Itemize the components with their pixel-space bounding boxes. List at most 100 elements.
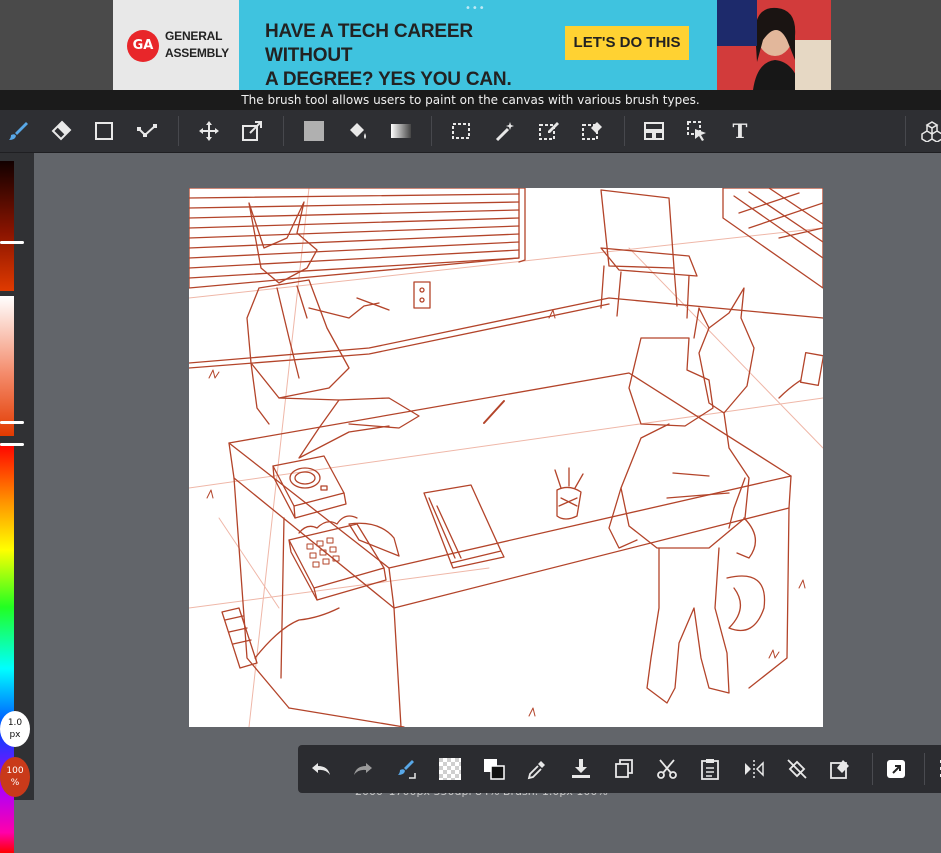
gradient-tool[interactable] bbox=[387, 117, 415, 145]
tint-slider[interactable] bbox=[0, 296, 14, 436]
color-swap-icon bbox=[484, 759, 505, 780]
hue-slider-handle[interactable] bbox=[0, 443, 24, 446]
download-icon bbox=[572, 759, 590, 778]
brush-icon bbox=[9, 122, 28, 140]
eyedropper-button[interactable] bbox=[523, 755, 551, 783]
flip-icon bbox=[745, 760, 764, 778]
ad-headline-line2: A DEGREE? YES YOU CAN. bbox=[265, 69, 512, 90]
ad-headline: HAVE A TECH CAREER WITHOUT A DEGREE? YES… bbox=[265, 20, 565, 90]
select-pen-tool[interactable] bbox=[535, 117, 563, 145]
text-icon: T bbox=[732, 119, 748, 143]
frame-tool[interactable] bbox=[640, 117, 668, 145]
ad-photo bbox=[717, 0, 831, 90]
toolbar-separator bbox=[624, 116, 625, 146]
tint-slider-handle[interactable] bbox=[0, 421, 24, 424]
pen-tool[interactable] bbox=[133, 117, 161, 145]
color-swap-button[interactable] bbox=[480, 755, 508, 783]
brush-opacity-indicator[interactable]: 100 % bbox=[0, 757, 30, 797]
drawing-canvas[interactable] bbox=[189, 188, 823, 727]
ga-logo-mark: GA bbox=[127, 30, 159, 62]
share-icon bbox=[887, 760, 905, 778]
select-pen-icon bbox=[539, 122, 559, 140]
seated-character bbox=[246, 201, 420, 459]
clear-icon bbox=[830, 760, 849, 779]
transform-icon bbox=[242, 121, 262, 141]
text-tool[interactable]: T bbox=[726, 117, 754, 145]
brush-tool[interactable] bbox=[4, 117, 32, 145]
brush-size-indicator[interactable]: 1.0 px bbox=[0, 711, 30, 747]
bottom-toolbar-separator bbox=[872, 753, 873, 785]
clear-button[interactable] bbox=[826, 755, 854, 783]
fill-rect-tool[interactable] bbox=[300, 117, 328, 145]
bottom-toolbar bbox=[298, 745, 941, 793]
frame-icon bbox=[644, 122, 664, 140]
transform-tool[interactable] bbox=[238, 117, 266, 145]
paste-icon bbox=[701, 759, 719, 780]
brush-swap-icon bbox=[398, 760, 416, 779]
brush-swap-button[interactable] bbox=[392, 755, 420, 783]
eyedropper-icon bbox=[527, 761, 545, 780]
redo-icon bbox=[354, 763, 372, 775]
scissors-icon bbox=[657, 759, 677, 779]
brush-opacity-unit: % bbox=[10, 778, 20, 788]
magic-wand-tool[interactable] bbox=[491, 117, 519, 145]
undo-icon bbox=[312, 763, 330, 775]
rotate-button[interactable] bbox=[783, 755, 811, 783]
copy-icon bbox=[615, 759, 633, 778]
ad-logo-line1: GENERAL bbox=[165, 29, 223, 43]
ad-logo-text: GENERAL ASSEMBLY bbox=[165, 28, 239, 62]
brush-size-unit: px bbox=[9, 730, 21, 740]
ad-logo: GA GENERAL ASSEMBLY bbox=[113, 0, 239, 90]
undo-button[interactable] bbox=[307, 755, 335, 783]
standing-character bbox=[608, 287, 802, 704]
select-eraser-icon bbox=[582, 122, 602, 140]
desk bbox=[228, 372, 792, 727]
toolbar-separator bbox=[283, 116, 284, 146]
move-tool[interactable] bbox=[195, 117, 223, 145]
gradient-icon bbox=[391, 124, 411, 138]
marquee-tool[interactable] bbox=[447, 117, 475, 145]
ad-cta-button[interactable]: LET'S DO THIS bbox=[565, 26, 689, 60]
rectangle-icon bbox=[95, 122, 113, 140]
share-button[interactable] bbox=[882, 755, 910, 783]
ad-logo-line2: ASSEMBLY bbox=[165, 46, 229, 60]
bottom-toolbar-separator bbox=[924, 753, 925, 785]
paste-button[interactable] bbox=[696, 755, 724, 783]
more-icon bbox=[940, 760, 941, 777]
rotate-icon bbox=[787, 759, 807, 779]
shade-slider[interactable] bbox=[0, 161, 14, 291]
checker-icon bbox=[439, 758, 461, 780]
ad-banner-area: GA GENERAL ASSEMBLY ••• HAVE A TECH CARE… bbox=[0, 0, 941, 90]
flip-button[interactable] bbox=[740, 755, 768, 783]
toolbar-separator bbox=[178, 116, 179, 146]
operation-tool[interactable] bbox=[683, 117, 711, 145]
move-icon bbox=[199, 121, 219, 141]
speaker-box bbox=[272, 455, 347, 519]
ad-dots: ••• bbox=[465, 3, 486, 14]
brush-size-value: 1.0 bbox=[7, 718, 23, 728]
transparent-button[interactable] bbox=[436, 755, 464, 783]
color-panel: 1.0 px 100 % bbox=[0, 153, 34, 853]
cut-button[interactable] bbox=[653, 755, 681, 783]
shape-tool[interactable] bbox=[90, 117, 118, 145]
top-toolbar: T bbox=[0, 110, 941, 153]
3d-tool[interactable] bbox=[918, 117, 941, 145]
more-button[interactable] bbox=[928, 755, 941, 783]
cursor-icon bbox=[687, 121, 706, 141]
polyline-icon bbox=[137, 124, 157, 137]
select-eraser-tool[interactable] bbox=[578, 117, 606, 145]
pencil-cup bbox=[554, 467, 584, 520]
ad-banner[interactable]: GA GENERAL ASSEMBLY ••• HAVE A TECH CARE… bbox=[113, 0, 831, 90]
eraser-tool[interactable] bbox=[47, 117, 75, 145]
bucket-icon bbox=[350, 123, 366, 139]
toolbar-separator bbox=[905, 116, 906, 146]
fill-down-button[interactable] bbox=[567, 755, 595, 783]
bucket-tool[interactable] bbox=[343, 117, 371, 145]
shade-slider-handle[interactable] bbox=[0, 241, 24, 244]
redo-button[interactable] bbox=[349, 755, 377, 783]
power-strip bbox=[221, 607, 340, 669]
magic-wand-icon bbox=[495, 122, 514, 142]
folder bbox=[423, 484, 505, 569]
fill-rect-icon bbox=[304, 121, 324, 141]
copy-button[interactable] bbox=[610, 755, 638, 783]
